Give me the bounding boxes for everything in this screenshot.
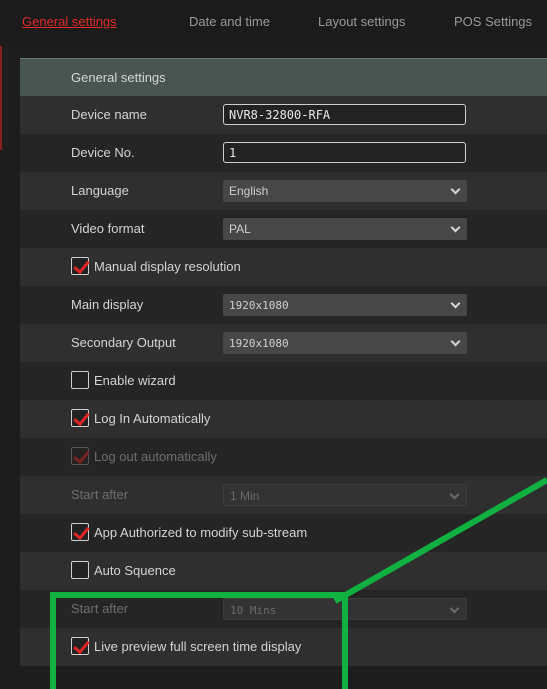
row-start-after-logout: Start after 1 Min	[20, 476, 547, 514]
enable-wizard-label: Enable wizard	[94, 373, 176, 388]
language-label: Language	[71, 183, 129, 198]
video-format-value: PAL	[229, 222, 251, 236]
device-name-value: NVR8-32800-RFA	[229, 108, 331, 122]
row-auto-sequence: Auto Squence	[20, 552, 547, 590]
main-display-select[interactable]: 1920x1080	[223, 294, 467, 316]
login-auto-label: Log In Automatically	[94, 411, 211, 426]
chevron-down-icon	[449, 603, 460, 614]
start-after-logout-value: 1 Min	[230, 489, 260, 503]
video-format-select[interactable]: PAL	[223, 218, 467, 240]
start-after-sequence-select: 10 Mins	[223, 598, 467, 620]
app-authorized-label: App Authorized to modify sub-stream	[94, 525, 308, 540]
live-preview-label: Live preview full screen time display	[94, 639, 302, 654]
checkbox-checked-icon	[71, 409, 89, 427]
row-enable-wizard: Enable wizard	[20, 362, 547, 400]
tab-bar: General settings Date and time Layout se…	[0, 0, 547, 46]
start-after-label: Start after	[71, 487, 129, 502]
settings-window: General settings Date and time Layout se…	[0, 0, 547, 689]
logout-auto-label: Log out automatically	[94, 449, 217, 464]
tab-layout-settings[interactable]: Layout settings	[318, 14, 405, 29]
section-header: General settings	[20, 58, 547, 96]
checkbox-checked-icon	[71, 447, 89, 465]
device-no-input[interactable]: 1	[223, 142, 466, 163]
chevron-down-icon	[450, 336, 461, 347]
language-value: English	[229, 184, 269, 198]
video-format-label: Video format	[71, 221, 145, 236]
row-login-auto: Log In Automatically	[20, 400, 547, 438]
row-live-preview: Live preview full screen time display	[20, 628, 547, 666]
row-start-after-sequence: Start after 10 Mins	[20, 590, 547, 628]
tab-general-settings[interactable]: General settings	[22, 14, 117, 29]
row-language: Language English	[20, 172, 547, 210]
row-app-authorized: App Authorized to modify sub-stream	[20, 514, 547, 552]
checkbox-checked-icon	[71, 257, 89, 275]
section-title: General settings	[71, 70, 166, 85]
auto-sequence-label: Auto Squence	[94, 563, 176, 578]
settings-panel: General settings Device name NVR8-32800-…	[20, 58, 547, 689]
manual-resolution-label: Manual display resolution	[94, 259, 241, 274]
device-no-value: 1	[229, 146, 237, 160]
row-device-name: Device name NVR8-32800-RFA	[20, 96, 547, 134]
row-secondary-output: Secondary Output 1920x1080	[20, 324, 547, 362]
checkbox-checked-icon	[71, 637, 89, 655]
tab-date-and-time[interactable]: Date and time	[189, 14, 270, 29]
device-name-label: Device name	[71, 107, 147, 122]
row-logout-auto: Log out automatically	[20, 438, 547, 476]
start-after-sequence-value: 10 Mins	[230, 604, 277, 617]
row-video-format: Video format PAL	[20, 210, 547, 248]
secondary-output-select[interactable]: 1920x1080	[223, 332, 467, 354]
chevron-down-icon	[450, 222, 461, 233]
row-manual-resolution: Manual display resolution	[20, 248, 547, 286]
device-name-input[interactable]: NVR8-32800-RFA	[223, 104, 466, 125]
row-main-display: Main display 1920x1080	[20, 286, 547, 324]
checkbox-checked-icon	[71, 523, 89, 541]
main-display-label: Main display	[71, 297, 144, 312]
tab-pos-settings[interactable]: POS Settings	[454, 14, 532, 29]
chevron-down-icon	[450, 184, 461, 195]
row-device-no: Device No. 1	[20, 134, 547, 172]
start-after-label: Start after	[71, 601, 129, 616]
chevron-down-icon	[450, 298, 461, 309]
start-after-logout-select: 1 Min	[223, 484, 467, 506]
secondary-output-label: Secondary Output	[71, 335, 176, 350]
language-select[interactable]: English	[223, 180, 467, 202]
chevron-down-icon	[449, 489, 460, 500]
checkbox-unchecked-icon	[71, 371, 89, 389]
device-no-label: Device No.	[71, 145, 135, 160]
secondary-output-value: 1920x1080	[229, 337, 289, 350]
checkbox-unchecked-icon	[71, 561, 89, 579]
main-display-value: 1920x1080	[229, 299, 289, 312]
